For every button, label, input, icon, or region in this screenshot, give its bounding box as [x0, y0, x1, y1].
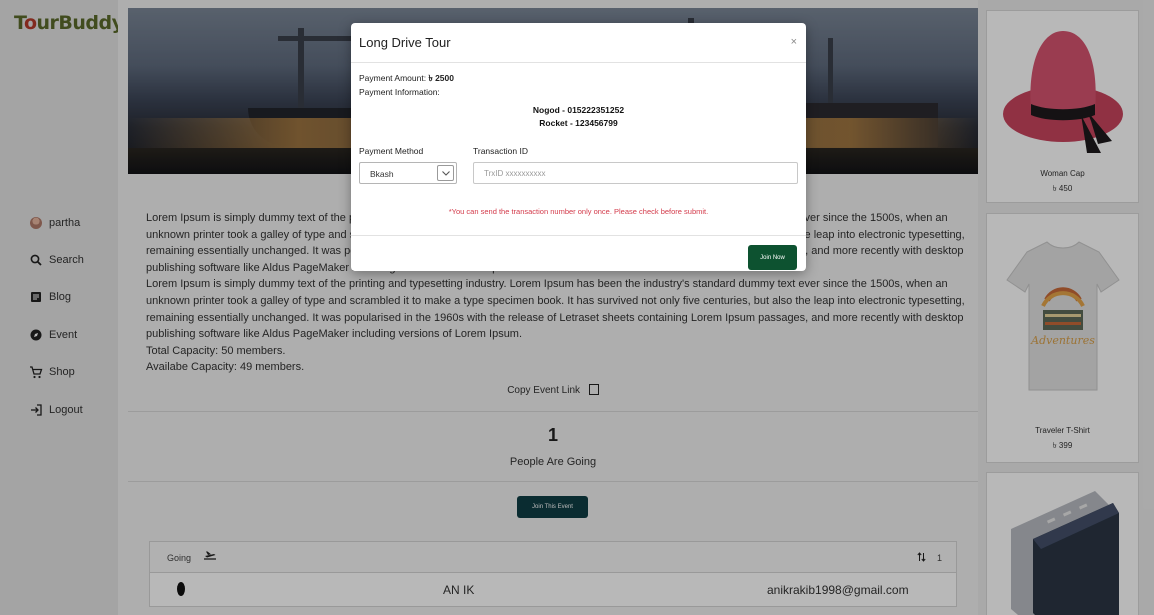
modal-title: Long Drive Tour: [359, 35, 451, 50]
chevron-down-icon[interactable]: [437, 165, 454, 181]
join-now-button[interactable]: Join Now: [748, 245, 797, 270]
divider: [351, 62, 806, 63]
payment-amount-label: Payment Amount:: [359, 73, 427, 83]
nogod-number: Nogod - 015222351252: [532, 105, 625, 115]
payment-numbers: Nogod - 015222351252 Rocket - 123456799: [351, 104, 806, 130]
close-icon[interactable]: ×: [791, 36, 797, 48]
payment-method-select[interactable]: Bkash: [359, 162, 457, 184]
payment-modal: Long Drive Tour × Payment Amount: ৳ 2500…: [351, 23, 806, 271]
payment-amount: Payment Amount: ৳ 2500: [359, 72, 454, 86]
payment-info-label: Payment Information:: [359, 87, 440, 97]
payment-amount-value: ৳ 2500: [428, 73, 454, 83]
rocket-number: Rocket - 123456799: [539, 118, 618, 128]
submit-warning: *You can send the transaction number onl…: [448, 207, 709, 216]
transaction-id-label: Transaction ID: [473, 146, 528, 156]
transaction-id-input[interactable]: [473, 162, 798, 184]
payment-method-label: Payment Method: [359, 146, 424, 156]
divider: [351, 235, 806, 236]
payment-method-value: Bkash: [370, 169, 394, 179]
